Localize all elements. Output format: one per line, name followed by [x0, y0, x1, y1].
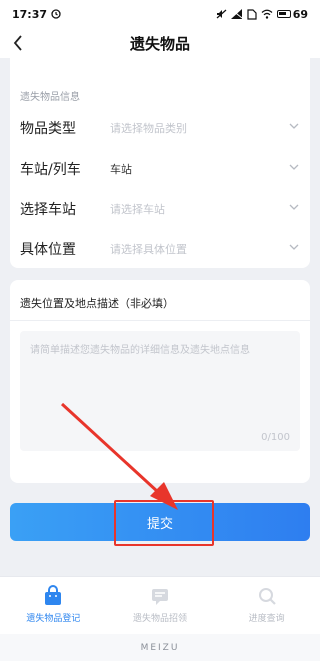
- nav-label: 遗失物品招领: [133, 614, 188, 624]
- nav-label: 遗失物品登记: [26, 614, 81, 624]
- bottom-nav: 遗失物品登记 遗失物品招领 进度查询: [0, 576, 320, 634]
- nav-item-progress[interactable]: 进度查询: [213, 577, 320, 634]
- arrow-annotation: [60, 402, 178, 510]
- brand-bar: MEIZU: [0, 634, 320, 661]
- bag-icon: [45, 585, 62, 605]
- message-icon: [152, 589, 168, 605]
- nav-label: 进度查询: [248, 614, 285, 624]
- nav-item-claim[interactable]: 遗失物品招领: [107, 577, 214, 634]
- search-icon: [258, 588, 276, 605]
- nav-item-register[interactable]: 遗失物品登记: [0, 577, 107, 634]
- brand-logo: MEIZU: [140, 642, 180, 653]
